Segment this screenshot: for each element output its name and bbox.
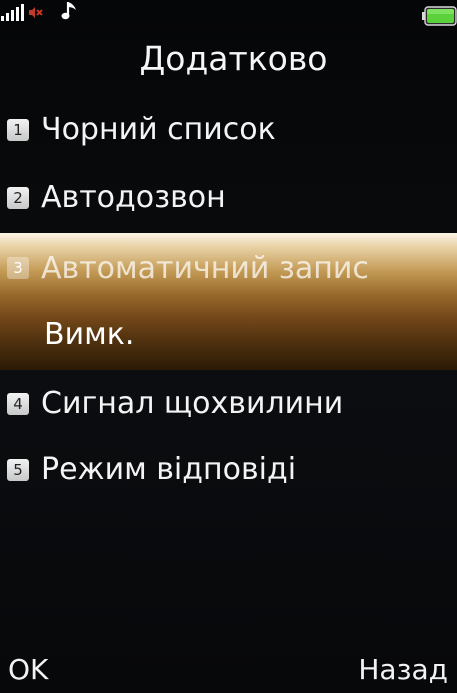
number-badge: 5 [7,459,29,481]
ok-softkey[interactable]: OK [8,652,48,688]
back-softkey[interactable]: Назад [358,652,448,688]
menu-item-auto-record[interactable]: 3 Автоматичний запис Вимк. [0,233,457,370]
menu-item-answer-mode[interactable]: 5 Режим відповіді [0,446,457,502]
music-note-icon [61,2,76,20]
number-badge: 1 [7,119,29,141]
battery-icon [422,6,457,26]
page-title: Додатково [139,39,328,78]
menu-item-label: Автоматичний запис [41,251,369,286]
menu-item-label: Режим відповіді [41,452,297,487]
menu-item-label: Чорний список [41,112,276,147]
menu-item-auto-redial[interactable]: 2 Автодозвон [0,173,457,229]
number-badge: 3 [7,257,29,279]
status-bar [0,0,457,30]
number-badge: 2 [7,187,29,209]
menu-item-minute-signal[interactable]: 4 Сигнал щохвилини [0,380,457,436]
phone-screen: Додатково 1 Чорний список 2 Автодозвон 3… [0,0,457,693]
signal-icon [1,4,24,21]
silent-mode-icon [29,7,43,18]
menu-item-blacklist[interactable]: 1 Чорний список [0,106,457,162]
menu-item-label: Автодозвон [41,180,226,215]
setting-value: Вимк. [44,317,135,352]
menu-item-label: Сигнал щохвилини [41,386,344,421]
number-badge: 4 [7,393,29,415]
